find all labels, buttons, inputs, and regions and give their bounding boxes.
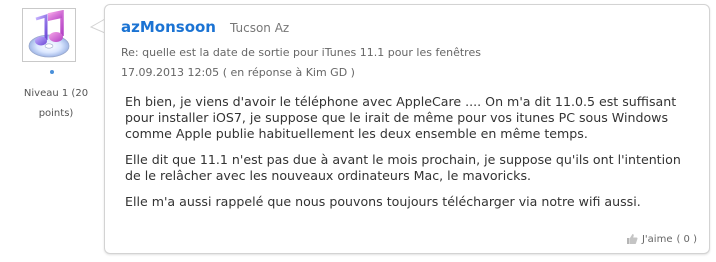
post-header: azMonsoon Tucson Az — [121, 18, 289, 42]
post-paragraph: Elle dit que 11.1 n'est pas due à avant … — [125, 152, 681, 183]
author-name[interactable]: azMonsoon — [121, 18, 216, 36]
reply-to-link[interactable]: Kim GD — [306, 66, 347, 79]
reply-suffix: ) — [347, 66, 355, 79]
user-level: Niveau 1 (20 points) — [23, 88, 89, 119]
post-meta: 17.09.2013 12:05 ( en réponse à Kim GD ) — [121, 66, 355, 79]
avatar[interactable] — [22, 8, 76, 62]
like-button[interactable]: J'aime ( 0 ) — [626, 233, 697, 245]
music-notes-icon — [28, 10, 70, 58]
post-subject: Re: quelle est la date de sortie pour iT… — [121, 46, 481, 59]
reply-prefix: ( en réponse à — [222, 66, 306, 79]
user-sidebar: Niveau 1 (20 points) — [0, 0, 104, 262]
post-paragraph: Elle m'a aussi rappelé que nous pouvons … — [125, 194, 641, 209]
post-body: Eh bien, je viens d'avoir le téléphone a… — [125, 94, 695, 220]
level-indicator — [50, 70, 54, 74]
like-label: J'aime — [641, 233, 673, 245]
like-count: ( 0 ) — [676, 233, 697, 245]
author-location: Tucson Az — [229, 21, 290, 35]
thumbs-up-icon — [626, 234, 638, 244]
post-date: 17.09.2013 12:05 — [121, 66, 220, 79]
post-container: azMonsoon Tucson Az Re: quelle est la da… — [104, 4, 710, 254]
post-paragraph: Eh bien, je viens d'avoir le téléphone a… — [125, 94, 677, 141]
